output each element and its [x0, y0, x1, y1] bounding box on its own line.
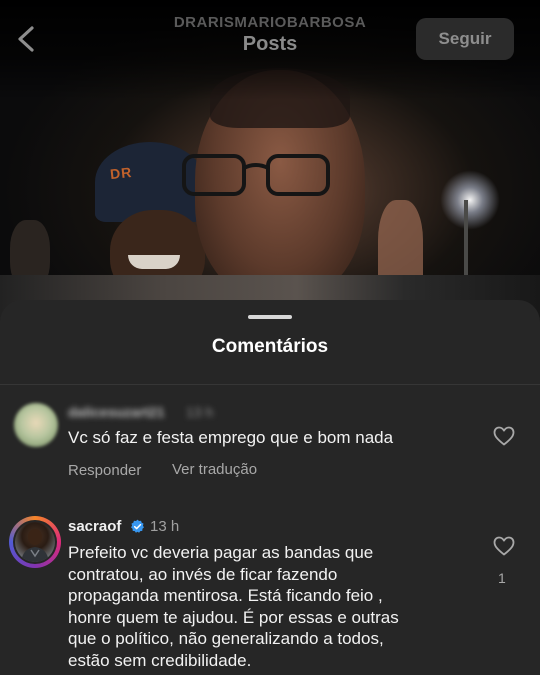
- sheet-title: Comentários: [211, 336, 329, 357]
- like-count: 1: [498, 570, 506, 586]
- follow-button[interactable]: Seguir: [416, 18, 514, 60]
- comment-username[interactable]: dalicesuzart21: [68, 404, 165, 420]
- heart-icon[interactable]: [492, 534, 516, 558]
- translate-button[interactable]: Ver tradução: [172, 461, 257, 478]
- account-name[interactable]: DRARISMARIOBARBOSA: [120, 14, 420, 31]
- verified-badge-icon: [131, 519, 144, 533]
- header-title-group: DRARISMARIOBARBOSA Posts: [120, 14, 420, 56]
- comment-text: Vc só faz e festa emprego que e bom nada: [68, 428, 394, 447]
- divider: [0, 384, 540, 385]
- comment-time: 13 h: [150, 518, 180, 535]
- comment-text: Prefeito vc deveria pagar as bandas que …: [68, 543, 399, 670]
- avatar[interactable]: [15, 522, 55, 562]
- cap-text: DR: [109, 163, 134, 183]
- heart-icon[interactable]: [492, 424, 516, 448]
- drag-handle[interactable]: [248, 315, 292, 319]
- comments-sheet: Comentários dalicesuzart21 13 h Vc só fa…: [0, 300, 540, 675]
- avatar-person-icon: [21, 529, 49, 562]
- glasses: [182, 154, 330, 196]
- top-bar: DRARISMARIOBARBOSA Posts Seguir: [0, 0, 540, 70]
- street-light: [440, 170, 500, 230]
- reply-button[interactable]: Responder: [68, 462, 141, 479]
- page-title: Posts: [242, 33, 298, 55]
- comment-time: 13 h: [186, 404, 214, 420]
- chevron-left-icon[interactable]: [12, 22, 42, 56]
- comment-username[interactable]: sacraof: [68, 518, 121, 535]
- avatar[interactable]: [14, 403, 58, 447]
